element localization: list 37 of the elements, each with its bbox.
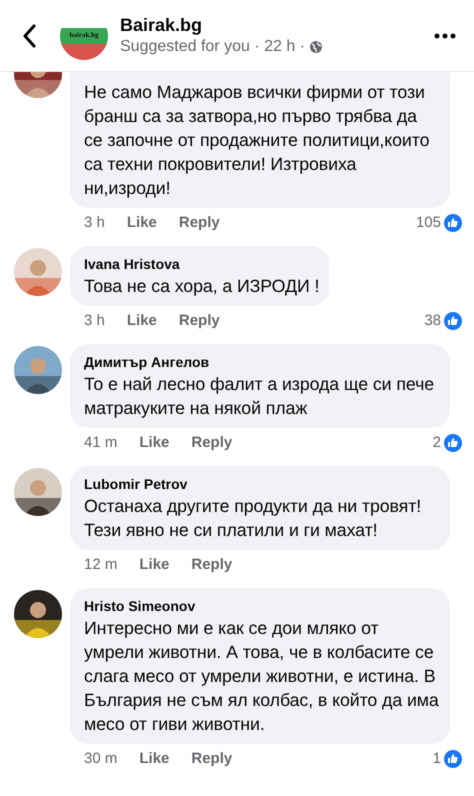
like-reaction-icon	[444, 434, 462, 452]
reply-link[interactable]: Reply	[191, 748, 232, 770]
comment-time: 30 m	[84, 748, 118, 769]
page-name[interactable]: Bairak.bg	[120, 14, 323, 36]
like-link[interactable]: Like	[126, 212, 157, 234]
reaction-count: 2	[432, 432, 441, 453]
like-reaction-icon	[444, 750, 462, 768]
like-link[interactable]: Like	[126, 310, 157, 332]
reaction-count: 105	[416, 212, 441, 233]
comment-text: Останаха другите продукти да ни тровят! Тези явно не си платили и ги махат!	[84, 495, 422, 542]
post-subtitle: Suggested for you · 22 h ·	[120, 36, 305, 56]
like-reaction-icon	[444, 312, 462, 330]
comment-text: Това не са хора, а ИЗРОДИ !	[84, 275, 320, 298]
reaction-count: 1	[432, 748, 441, 769]
comment-author[interactable]: Ivana Hristova	[84, 254, 320, 274]
comment-time: 3 h	[84, 212, 105, 233]
like-link[interactable]: Like	[139, 748, 170, 770]
comment-author[interactable]: Димитър Ангелов	[84, 352, 440, 372]
reply-link[interactable]: Reply	[191, 432, 232, 454]
more-icon[interactable]	[434, 32, 456, 38]
comment-time: 3 h	[84, 310, 105, 331]
comment-time: 41 m	[84, 432, 118, 453]
comment-text: Не само Маджаров всички фирми от този бранш са за затвора,но първо трябва да се започне от продажните политици,които са техни покровители! Изтровиха ни,изроди!	[84, 81, 430, 200]
comment-author[interactable]: Hristo Simeonov	[84, 596, 440, 616]
comment-text: Интересно ми е как се дои мляко от умрели животни. А това, че в колбасите се слага месо от умрели животни, е истина. В България не съм ял колбас, в който да има месо от гиви животни.	[84, 617, 440, 736]
back-icon[interactable]	[22, 24, 36, 48]
comment-time: 12 m	[84, 554, 118, 575]
reply-link[interactable]: Reply	[178, 212, 220, 234]
like-link[interactable]: Like	[139, 432, 170, 454]
reply-link[interactable]: Reply	[191, 554, 232, 576]
reply-link[interactable]: Reply	[178, 310, 220, 332]
reaction-count: 38	[424, 310, 441, 331]
like-link[interactable]: Like	[139, 554, 170, 576]
globe-icon	[309, 40, 323, 54]
comment-text: То е най лесно фалит а изрода ще си пече матракуките на някой плаж	[84, 373, 436, 420]
comment-author[interactable]: Lubomir Petrov	[84, 474, 440, 494]
like-reaction-icon	[444, 214, 462, 232]
